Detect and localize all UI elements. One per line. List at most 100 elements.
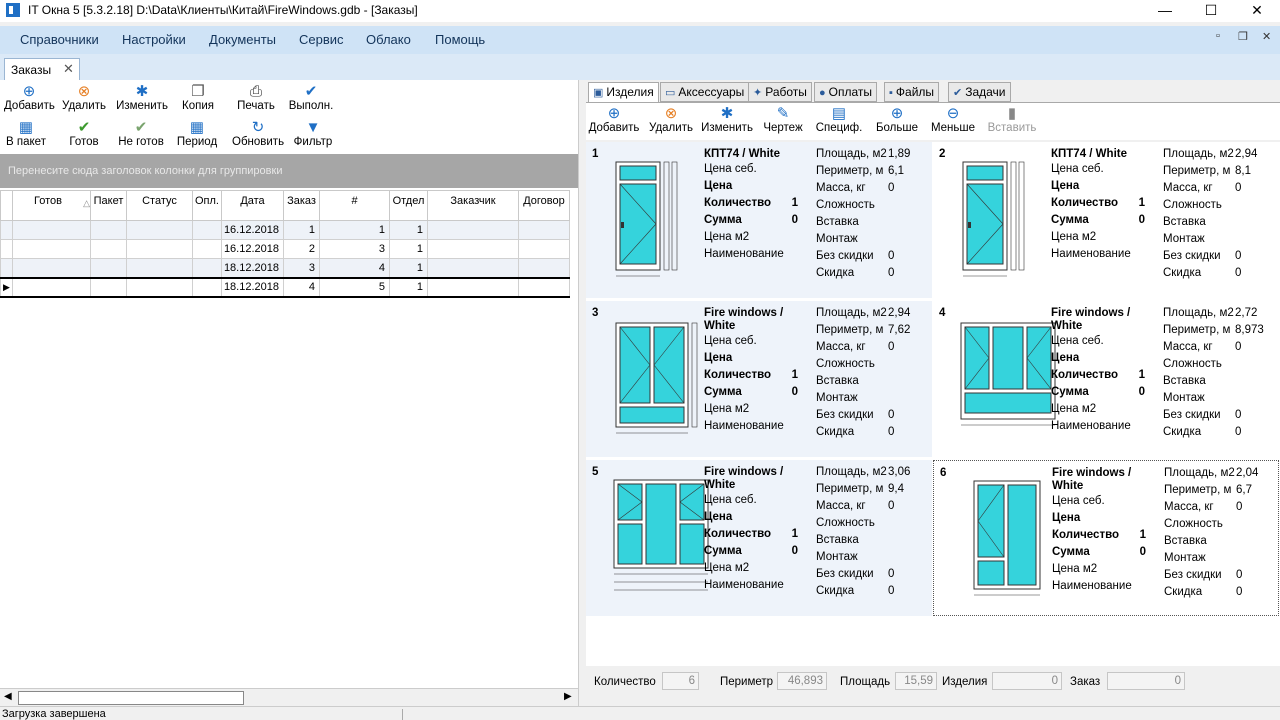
- orders-toolbar-button-check-gray[interactable]: ✔ Не готов: [116, 120, 166, 149]
- orders-toolbar-button-refresh[interactable]: ↻ Обновить: [232, 120, 284, 149]
- orders-toolbar-button-check-circle[interactable]: ✔ Выполн.: [288, 84, 334, 113]
- item-card[interactable]: 3 Fire windows / White Цена себ. Цена Количе…: [586, 301, 932, 457]
- mdi-minimize-button[interactable]: ▫: [1216, 30, 1220, 42]
- items-toolbar-button-pencil[interactable]: ✎ Чертеж: [760, 106, 806, 135]
- mdi-close-button[interactable]: ✕: [1262, 30, 1271, 43]
- close-button[interactable]: ✕: [1234, 0, 1280, 22]
- col-customer[interactable]: Заказчик: [427, 190, 519, 221]
- row-indicator[interactable]: [0, 220, 13, 240]
- col-order[interactable]: Заказ: [283, 190, 320, 221]
- table-cell[interactable]: [126, 258, 193, 278]
- tab-orders[interactable]: Заказы ✕: [4, 58, 80, 80]
- item-drawing[interactable]: [612, 160, 702, 287]
- cell-order[interactable]: 2: [283, 239, 320, 259]
- cell-customer[interactable]: [427, 220, 519, 240]
- cell-date[interactable]: 18.12.2018: [221, 258, 284, 278]
- table-cell[interactable]: [90, 276, 127, 298]
- item-card[interactable]: 2 КПТ74 / White Цена себ. Цена Количество 1 Су…: [933, 142, 1279, 298]
- minimize-button[interactable]: —: [1142, 0, 1188, 22]
- col-number[interactable]: #: [319, 190, 390, 221]
- item-card[interactable]: 4 Fire windows / White Цена себ. Цена Количе…: [933, 301, 1279, 457]
- cell-date[interactable]: 18.12.2018: [221, 276, 284, 298]
- table-cell[interactable]: [126, 276, 193, 298]
- cell-customer[interactable]: [427, 276, 519, 298]
- table-row[interactable]: 18.12.2018 3 4 1: [0, 258, 570, 278]
- cell-order[interactable]: 4: [283, 276, 320, 298]
- items-toolbar-button-spec[interactable]: ▤ Специф.: [814, 106, 864, 135]
- items-toolbar-button-plus-circle[interactable]: ⊕ Больше: [872, 106, 922, 135]
- orders-toolbar-button-package[interactable]: ▦ В пакет: [4, 120, 48, 149]
- col-status[interactable]: Статус: [126, 190, 193, 221]
- item-drawing[interactable]: [960, 479, 1060, 606]
- item-card[interactable]: 5 Fire windows / White Цена себ. Цена Количе…: [586, 460, 932, 616]
- cell-contract[interactable]: [518, 239, 570, 259]
- menu-cloud[interactable]: Облако: [366, 32, 411, 47]
- cell-customer[interactable]: [427, 258, 519, 278]
- table-cell[interactable]: [90, 258, 127, 278]
- cell-number[interactable]: 1: [319, 220, 390, 240]
- orders-toolbar-button-add[interactable]: ⊕ Добавить: [4, 84, 55, 113]
- items-toolbar-button-minus-circle[interactable]: ⊖ Меньше: [930, 106, 976, 135]
- orders-toolbar-button-copy[interactable]: ❐ Копия: [178, 84, 218, 113]
- cell-number[interactable]: 4: [319, 258, 390, 278]
- tab-check[interactable]: ✔ Задачи: [948, 82, 1011, 102]
- item-card[interactable]: 6 Fire windows / White Цена себ. Цена Количе…: [933, 460, 1279, 616]
- items-toolbar-button-delete[interactable]: ⊗ Удалить: [646, 106, 696, 135]
- tab-save[interactable]: ▪ Файлы: [884, 82, 940, 102]
- table-row[interactable]: 16.12.2018 1 1 1: [0, 220, 570, 240]
- row-indicator[interactable]: ▶: [0, 276, 13, 298]
- col-package[interactable]: Пакет: [90, 190, 127, 221]
- cell-department[interactable]: 1: [389, 258, 428, 278]
- cell-order[interactable]: 1: [283, 220, 320, 240]
- tab-money-bag[interactable]: ● Оплаты: [814, 82, 878, 102]
- cell-contract[interactable]: [518, 258, 570, 278]
- cell-department[interactable]: 1: [389, 276, 428, 298]
- menu-help[interactable]: Помощь: [435, 32, 485, 47]
- col-department[interactable]: Отдел: [389, 190, 428, 221]
- items-toolbar-button-add[interactable]: ⊕ Добавить: [586, 106, 642, 135]
- menu-settings[interactable]: Настройки: [122, 32, 186, 47]
- items-toolbar-button-gear[interactable]: ✱ Изменить: [700, 106, 754, 135]
- cell-contract[interactable]: [518, 276, 570, 298]
- table-cell[interactable]: [192, 276, 222, 298]
- table-row[interactable]: 16.12.2018 2 3 1: [0, 239, 570, 259]
- table-cell[interactable]: [12, 258, 91, 278]
- item-drawing[interactable]: [612, 478, 712, 605]
- col-ready[interactable]: Готов △: [12, 190, 91, 221]
- scroll-left-icon[interactable]: ◀: [4, 691, 12, 702]
- orders-toolbar-button-check[interactable]: ✔ Готов: [68, 120, 100, 149]
- maximize-button[interactable]: ☐: [1188, 0, 1234, 22]
- cell-number[interactable]: 5: [319, 276, 390, 298]
- table-cell[interactable]: [192, 258, 222, 278]
- tab-item[interactable]: ▣ Изделия: [588, 82, 659, 103]
- cell-order[interactable]: 3: [283, 258, 320, 278]
- cell-date[interactable]: 16.12.2018: [221, 239, 284, 259]
- orders-toolbar-button-gear[interactable]: ✱ Изменить: [114, 84, 170, 113]
- cell-date[interactable]: 16.12.2018: [221, 220, 284, 240]
- table-cell[interactable]: [12, 276, 91, 298]
- group-by-panel[interactable]: Перенесите сюда заголовок колонки для гр…: [0, 154, 578, 188]
- table-cell[interactable]: [126, 220, 193, 240]
- table-cell[interactable]: [90, 239, 127, 259]
- col-date[interactable]: Дата: [221, 190, 284, 221]
- menu-documents[interactable]: Документы: [209, 32, 276, 47]
- orders-toolbar-button-delete[interactable]: ⊗ Удалить: [60, 84, 108, 113]
- menu-service[interactable]: Сервис: [299, 32, 344, 47]
- item-drawing[interactable]: [612, 319, 702, 446]
- scroll-right-icon[interactable]: ▶: [564, 691, 572, 702]
- mdi-restore-button[interactable]: ❐: [1238, 30, 1248, 43]
- pane-splitter[interactable]: [578, 80, 586, 706]
- table-cell[interactable]: [192, 239, 222, 259]
- cell-department[interactable]: 1: [389, 220, 428, 240]
- menu-directories[interactable]: Справочники: [20, 32, 99, 47]
- table-cell[interactable]: [192, 220, 222, 240]
- cell-number[interactable]: 3: [319, 239, 390, 259]
- cell-department[interactable]: 1: [389, 239, 428, 259]
- item-drawing[interactable]: [959, 160, 1049, 287]
- table-cell[interactable]: [126, 239, 193, 259]
- orders-toolbar-button-filter[interactable]: ▼ Фильтр: [292, 120, 334, 149]
- tab-orders-close-icon[interactable]: ✕: [63, 61, 74, 77]
- orders-toolbar-button-calendar[interactable]: ▦ Период: [176, 120, 218, 149]
- row-indicator[interactable]: [0, 258, 13, 278]
- table-cell[interactable]: [90, 220, 127, 240]
